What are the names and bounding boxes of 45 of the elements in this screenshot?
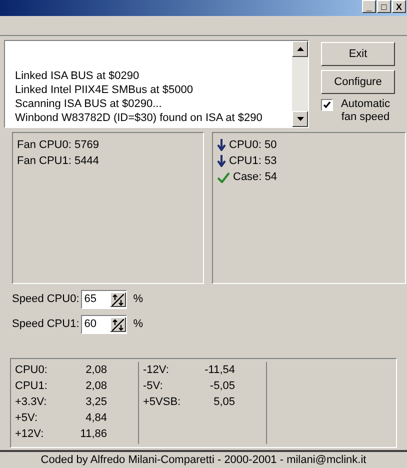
status-bar: Coded by Alfredo Milani-Comparetti - 2000-2001 - milani@mclink.it bbox=[0, 450, 407, 468]
down-arrow-icon bbox=[217, 139, 226, 151]
temperature-reading: Case: 54 bbox=[233, 170, 278, 185]
voltage-label: -12V: bbox=[143, 363, 170, 378]
voltage-label: +3.3V: bbox=[15, 395, 48, 410]
voltage-value: -11,54 bbox=[204, 363, 235, 378]
voltage-value: 5,05 bbox=[212, 395, 235, 410]
speed-label: Speed CPU1: bbox=[12, 317, 80, 332]
voltage-label: CPU0: bbox=[15, 363, 48, 378]
temperature-reading: CPU0: 50 bbox=[229, 138, 277, 153]
voltage-value: -5,05 bbox=[208, 379, 235, 394]
checkmark-icon bbox=[217, 172, 230, 182]
percent-unit: % bbox=[133, 317, 144, 332]
exit-button[interactable]: Exit bbox=[321, 42, 395, 66]
speed-label: Speed CPU0: bbox=[12, 292, 80, 308]
voltage-value: 2,08 bbox=[84, 363, 107, 378]
fan-reading: Fan CPU1: 5444 bbox=[17, 154, 100, 169]
close-button[interactable]: X bbox=[392, 0, 406, 13]
log-line: Linked ISA BUS at $0290 bbox=[15, 69, 140, 83]
speed-field[interactable]: 60 bbox=[81, 315, 128, 334]
checkbox-label: Automatic fan speed bbox=[340, 98, 391, 124]
log-line: Linked Intel PIIX4E SMBus at $5000 bbox=[15, 83, 194, 97]
voltage-value: 3,25 bbox=[84, 395, 107, 410]
checkbox[interactable] bbox=[321, 99, 333, 111]
down-arrow-icon bbox=[217, 155, 226, 167]
log-line: Winbond W83782D (ID=$30) found on ISA at $290 bbox=[15, 111, 264, 125]
voltage-label: -5V: bbox=[143, 379, 164, 394]
configure-button[interactable]: Configure bbox=[321, 70, 395, 94]
voltage-label: CPU1: bbox=[15, 379, 48, 394]
voltage-value: 4,84 bbox=[84, 411, 107, 426]
up-arrow-icon[interactable] bbox=[296, 47, 304, 51]
speed-field[interactable]: 65 bbox=[81, 290, 128, 309]
voltage-label: +5VSB: bbox=[143, 395, 182, 410]
minimize-button[interactable]: _ bbox=[362, 0, 376, 13]
voltage-value: 2,08 bbox=[84, 379, 107, 394]
voltage-value: 11,86 bbox=[79, 427, 107, 442]
temperature-reading: CPU1: 53 bbox=[229, 154, 277, 169]
percent-unit: % bbox=[133, 292, 144, 308]
voltage-label: +5V: bbox=[15, 411, 39, 426]
log-line: Scanning ISA BUS at $0290... bbox=[15, 97, 163, 111]
voltage-label: +12V: bbox=[15, 427, 45, 442]
down-arrow-icon[interactable] bbox=[296, 117, 304, 121]
scrollbar[interactable] bbox=[292, 41, 308, 127]
fan-reading: Fan CPU0: 5769 bbox=[17, 138, 100, 153]
maximize-button[interactable]: □ bbox=[377, 0, 391, 13]
